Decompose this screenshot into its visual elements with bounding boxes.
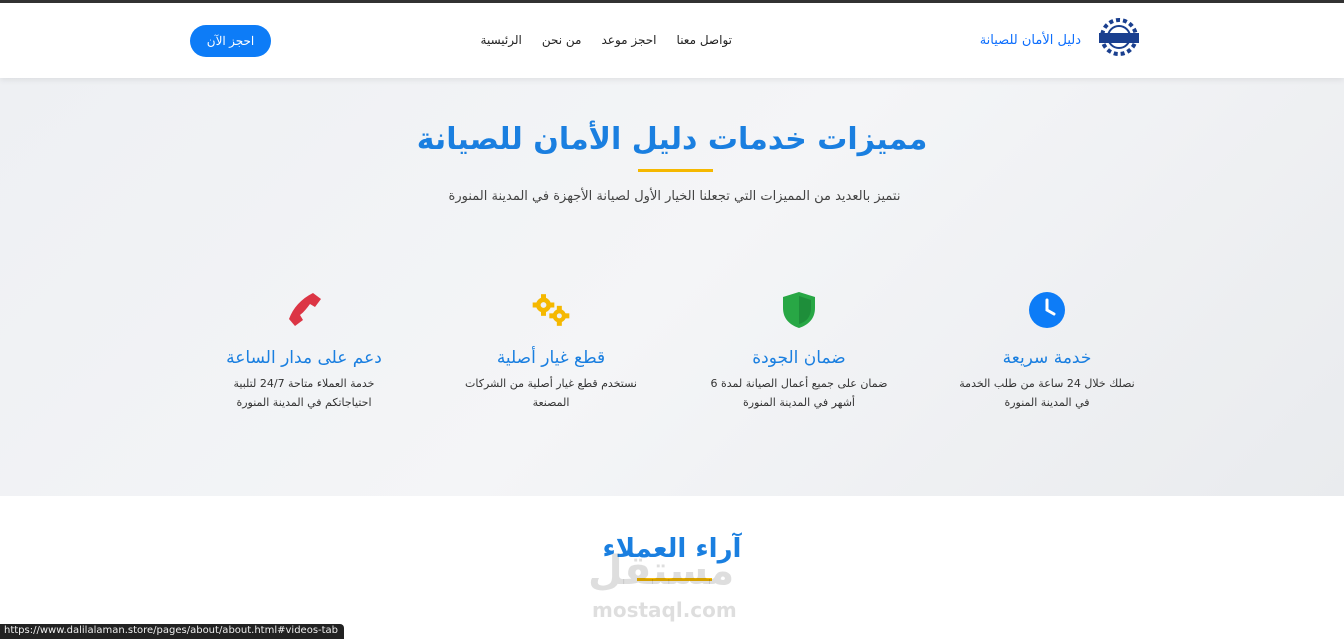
nav-home[interactable]: الرئيسية [481,33,522,47]
section-subtitle: نتميز بالعديد من المميزات التي تجعلنا ال… [448,189,901,204]
brand-name[interactable]: دليل الأمان للصيانة [980,33,1081,48]
feature-text: خدمة العملاء متاحة 24/7 لتلبية احتياجاتك… [233,377,375,409]
watermark-latin: mostaql.com [592,598,737,622]
feature-quality: ضمان الجودة ضمان على جميع أعمال الصيانة … [694,290,904,412]
section-title: مميزات خدمات دليل الأمان للصيانة [416,122,928,157]
feature-support: دعم على مدار الساعة خدمة العملاء متاحة 2… [199,290,409,412]
site-header: دليل الأمان للصيانة الرئيسية من نحن احجز… [0,3,1344,78]
status-bar-url: https://www.dalilalaman.store/pages/abou… [0,624,345,639]
book-now-button[interactable]: احجز الآن [190,25,271,57]
feature-title: ضمان الجودة [752,348,846,368]
gears-icon [531,290,571,330]
feature-title: قطع غيار أصلية [496,348,606,368]
watermark-arabic: مستقل [588,548,735,594]
feature-fast-service: خدمة سريعة نصلك خلال 24 ساعة من طلب الخد… [942,290,1152,412]
nav-about[interactable]: من نحن [542,33,582,47]
shield-icon [779,290,819,330]
features-section: مميزات خدمات دليل الأمان للصيانة نتميز ب… [0,78,1344,496]
nav-contact[interactable]: تواصل معنا [677,33,732,47]
phone-icon [284,290,324,330]
feature-text: نستخدم قطع غيار أصلية من الشركات المصنعة [465,377,637,409]
feature-original-parts: قطع غيار أصلية نستخدم قطع غيار أصلية من … [446,290,656,412]
main-nav: الرئيسية من نحن احجز موعد تواصل معنا [481,33,732,47]
feature-text: نصلك خلال 24 ساعة من طلب الخدمة في المدي… [959,377,1135,409]
nav-booking[interactable]: احجز موعد [602,33,657,47]
feature-title: دعم على مدار الساعة [226,348,382,368]
feature-title: خدمة سريعة [1002,348,1092,368]
logo[interactable] [1093,15,1145,67]
clock-icon [1027,290,1067,330]
title-underline [638,169,713,172]
feature-text: ضمان على جميع أعمال الصيانة لمدة 6 أشهر … [710,377,888,409]
